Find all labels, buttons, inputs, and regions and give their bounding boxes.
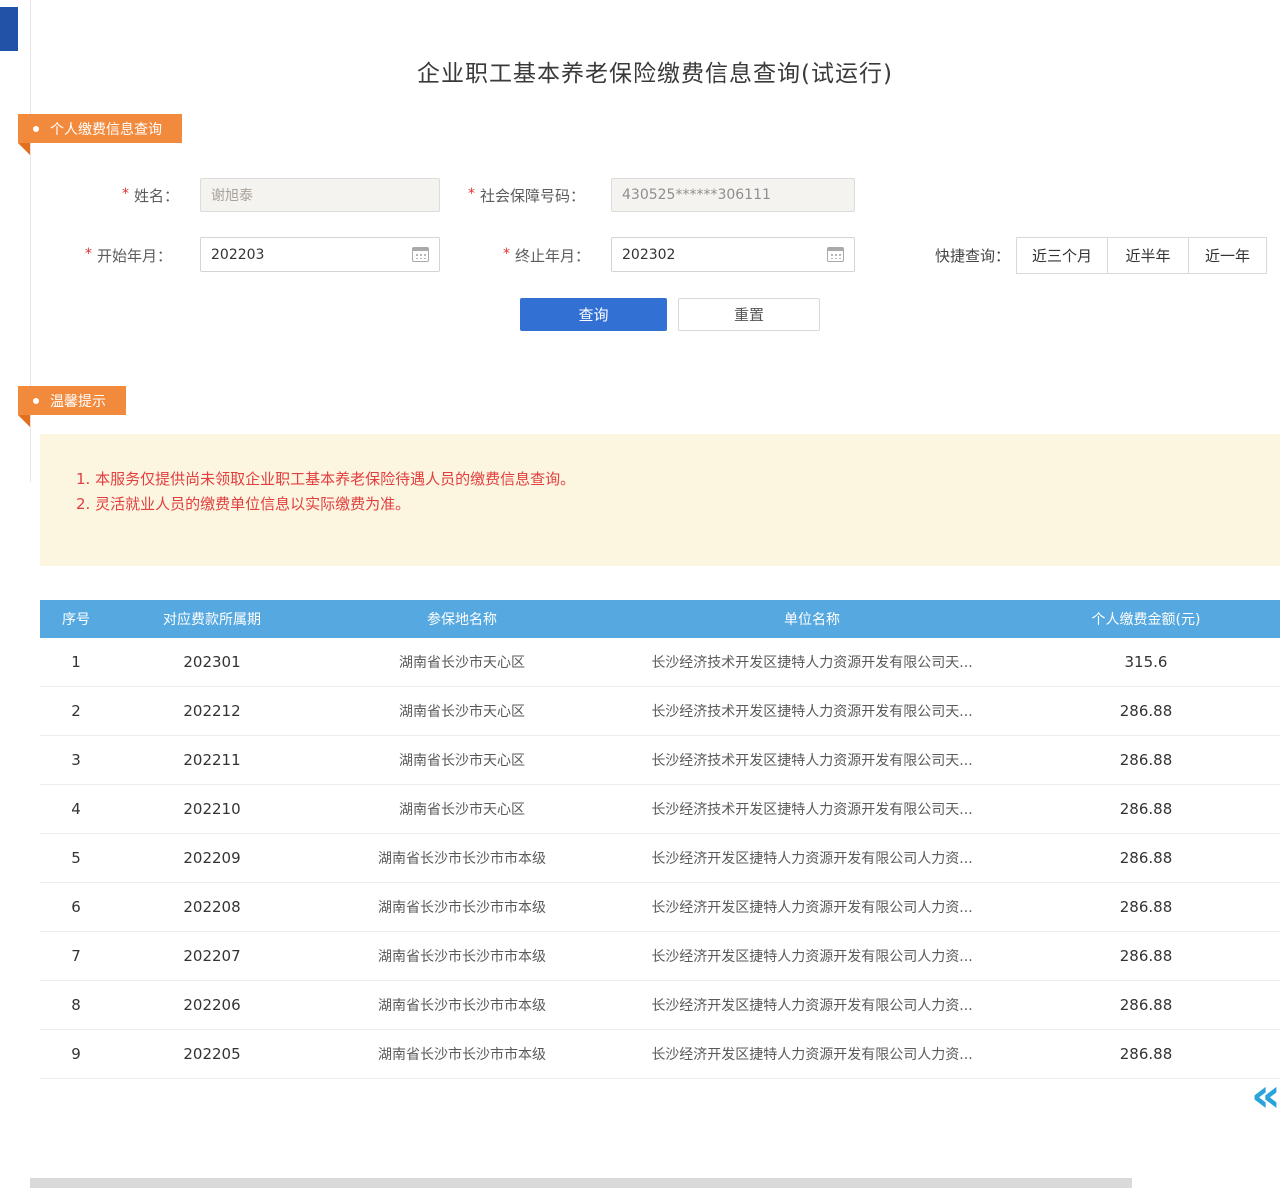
cell-index: 3 [40,751,112,769]
cell-period: 202210 [112,800,312,818]
required-asterisk: * [85,246,92,262]
cell-region: 湖南省长沙市天心区 [312,750,612,770]
cell-amount: 286.88 [1012,800,1280,818]
results-table: 序号 对应费款所属期 参保地名称 单位名称 个人缴费金额(元) 1 202301… [40,600,1280,1079]
quick-last-half-year-button[interactable]: 近半年 [1107,237,1189,274]
name-label: * 姓名： [122,178,179,213]
cell-region: 湖南省长沙市天心区 [312,652,612,672]
cell-amount: 286.88 [1012,702,1280,720]
calendar-icon[interactable] [827,247,844,262]
cell-region: 湖南省长沙市长沙市市本级 [312,995,612,1015]
start-month-value: 202203 [211,247,264,263]
cell-region: 湖南省长沙市天心区 [312,701,612,721]
quick-query-group: 近三个月 近半年 近一年 [1016,237,1267,274]
cell-region: 湖南省长沙市长沙市市本级 [312,848,612,868]
tips-notice-box: 1. 本服务仅提供尚未领取企业职工基本养老保险待遇人员的缴费信息查询。 2. 灵… [40,434,1280,566]
section-badge-tips: 温馨提示 [18,386,126,415]
table-header-row: 序号 对应费款所属期 参保地名称 单位名称 个人缴费金额(元) [40,600,1280,638]
calendar-icon[interactable] [412,247,429,262]
cell-period: 202205 [112,1045,312,1063]
tips-line: 2. 灵活就业人员的缴费单位信息以实际缴费为准。 [76,492,1260,517]
cell-period: 202212 [112,702,312,720]
ssn-input[interactable] [611,178,855,212]
table-row[interactable]: 4 202210 湖南省长沙市天心区 长沙经济技术开发区捷特人力资源开发有限公司… [40,785,1280,834]
end-month-label: * 终止年月： [503,238,590,273]
cell-period: 202211 [112,751,312,769]
cell-amount: 286.88 [1012,996,1280,1014]
end-month-value: 202302 [622,247,675,263]
table-row[interactable]: 3 202211 湖南省长沙市天心区 长沙经济技术开发区捷特人力资源开发有限公司… [40,736,1280,785]
cell-company: 长沙经济开发区捷特人力资源开发有限公司人力资... [612,848,1012,868]
quick-query-label: 快捷查询： [935,238,1010,273]
cell-index: 2 [40,702,112,720]
quick-last-year-button[interactable]: 近一年 [1188,237,1267,274]
cell-region: 湖南省长沙市长沙市市本级 [312,1044,612,1064]
cell-index: 9 [40,1045,112,1063]
quick-last-3-months-button[interactable]: 近三个月 [1016,237,1108,274]
cell-company: 长沙经济技术开发区捷特人力资源开发有限公司天... [612,652,1012,672]
table-row[interactable]: 7 202207 湖南省长沙市长沙市市本级 长沙经济开发区捷特人力资源开发有限公… [40,932,1280,981]
table-row[interactable]: 9 202205 湖南省长沙市长沙市市本级 长沙经济开发区捷特人力资源开发有限公… [40,1030,1280,1079]
header-region: 参保地名称 [312,609,612,629]
cell-company: 长沙经济技术开发区捷特人力资源开发有限公司天... [612,750,1012,770]
cell-period: 202209 [112,849,312,867]
cell-index: 4 [40,800,112,818]
bottom-scroll-strip [30,1178,1132,1188]
section-badge-label: 温馨提示 [50,391,106,411]
query-button[interactable]: 查询 [520,298,667,331]
cell-index: 1 [40,653,112,671]
required-asterisk: * [468,186,475,202]
ribbon-fold-icon [18,415,30,427]
cell-period: 202207 [112,947,312,965]
required-asterisk: * [503,246,510,262]
cell-index: 6 [40,898,112,916]
section-badge-personal-query: 个人缴费信息查询 [18,114,182,143]
cell-amount: 286.88 [1012,849,1280,867]
cell-company: 长沙经济开发区捷特人力资源开发有限公司人力资... [612,995,1012,1015]
ssn-label: * 社会保障号码： [468,178,585,213]
table-row[interactable]: 6 202208 湖南省长沙市长沙市市本级 长沙经济开发区捷特人力资源开发有限公… [40,883,1280,932]
cell-period: 202208 [112,898,312,916]
cell-company: 长沙经济开发区捷特人力资源开发有限公司人力资... [612,897,1012,917]
cell-region: 湖南省长沙市长沙市市本级 [312,946,612,966]
required-asterisk: * [122,186,129,202]
table-row[interactable]: 2 202212 湖南省长沙市天心区 长沙经济技术开发区捷特人力资源开发有限公司… [40,687,1280,736]
cell-region: 湖南省长沙市长沙市市本级 [312,897,612,917]
cell-period: 202206 [112,996,312,1014]
section-badge-label: 个人缴费信息查询 [50,119,162,139]
table-row[interactable]: 1 202301 湖南省长沙市天心区 长沙经济技术开发区捷特人力资源开发有限公司… [40,638,1280,687]
end-month-input[interactable]: 202302 [611,237,855,272]
cell-amount: 286.88 [1012,898,1280,916]
name-input[interactable] [200,178,440,212]
page-title: 企业职工基本养老保险缴费信息查询(试运行) [30,54,1280,88]
cell-index: 7 [40,947,112,965]
cell-index: 5 [40,849,112,867]
cell-region: 湖南省长沙市天心区 [312,799,612,819]
header-company: 单位名称 [612,609,1012,629]
table-row[interactable]: 8 202206 湖南省长沙市长沙市市本级 长沙经济开发区捷特人力资源开发有限公… [40,981,1280,1030]
header-period: 对应费款所属期 [112,609,312,629]
start-month-input[interactable]: 202203 [200,237,440,272]
cell-period: 202301 [112,653,312,671]
start-month-label: * 开始年月： [85,238,172,273]
cell-company: 长沙经济开发区捷特人力资源开发有限公司人力资... [612,946,1012,966]
cell-company: 长沙经济技术开发区捷特人力资源开发有限公司天... [612,799,1012,819]
sidebar-collapsed-tab[interactable] [0,7,18,51]
cell-amount: 315.6 [1012,653,1280,671]
cell-amount: 286.88 [1012,751,1280,769]
reset-button[interactable]: 重置 [678,298,820,331]
header-index: 序号 [40,609,112,629]
table-row[interactable]: 5 202209 湖南省长沙市长沙市市本级 长沙经济开发区捷特人力资源开发有限公… [40,834,1280,883]
ribbon-fold-icon [18,143,30,155]
bullet-icon [33,398,39,404]
cell-index: 8 [40,996,112,1014]
cell-company: 长沙经济技术开发区捷特人力资源开发有限公司天... [612,701,1012,721]
cell-company: 长沙经济开发区捷特人力资源开发有限公司人力资... [612,1044,1012,1064]
cell-amount: 286.88 [1012,1045,1280,1063]
cell-amount: 286.88 [1012,947,1280,965]
collapse-chevron-icon[interactable]: « [1251,1072,1280,1118]
tips-line: 1. 本服务仅提供尚未领取企业职工基本养老保险待遇人员的缴费信息查询。 [76,467,1260,492]
header-amount: 个人缴费金额(元) [1012,609,1280,629]
bullet-icon [33,126,39,132]
